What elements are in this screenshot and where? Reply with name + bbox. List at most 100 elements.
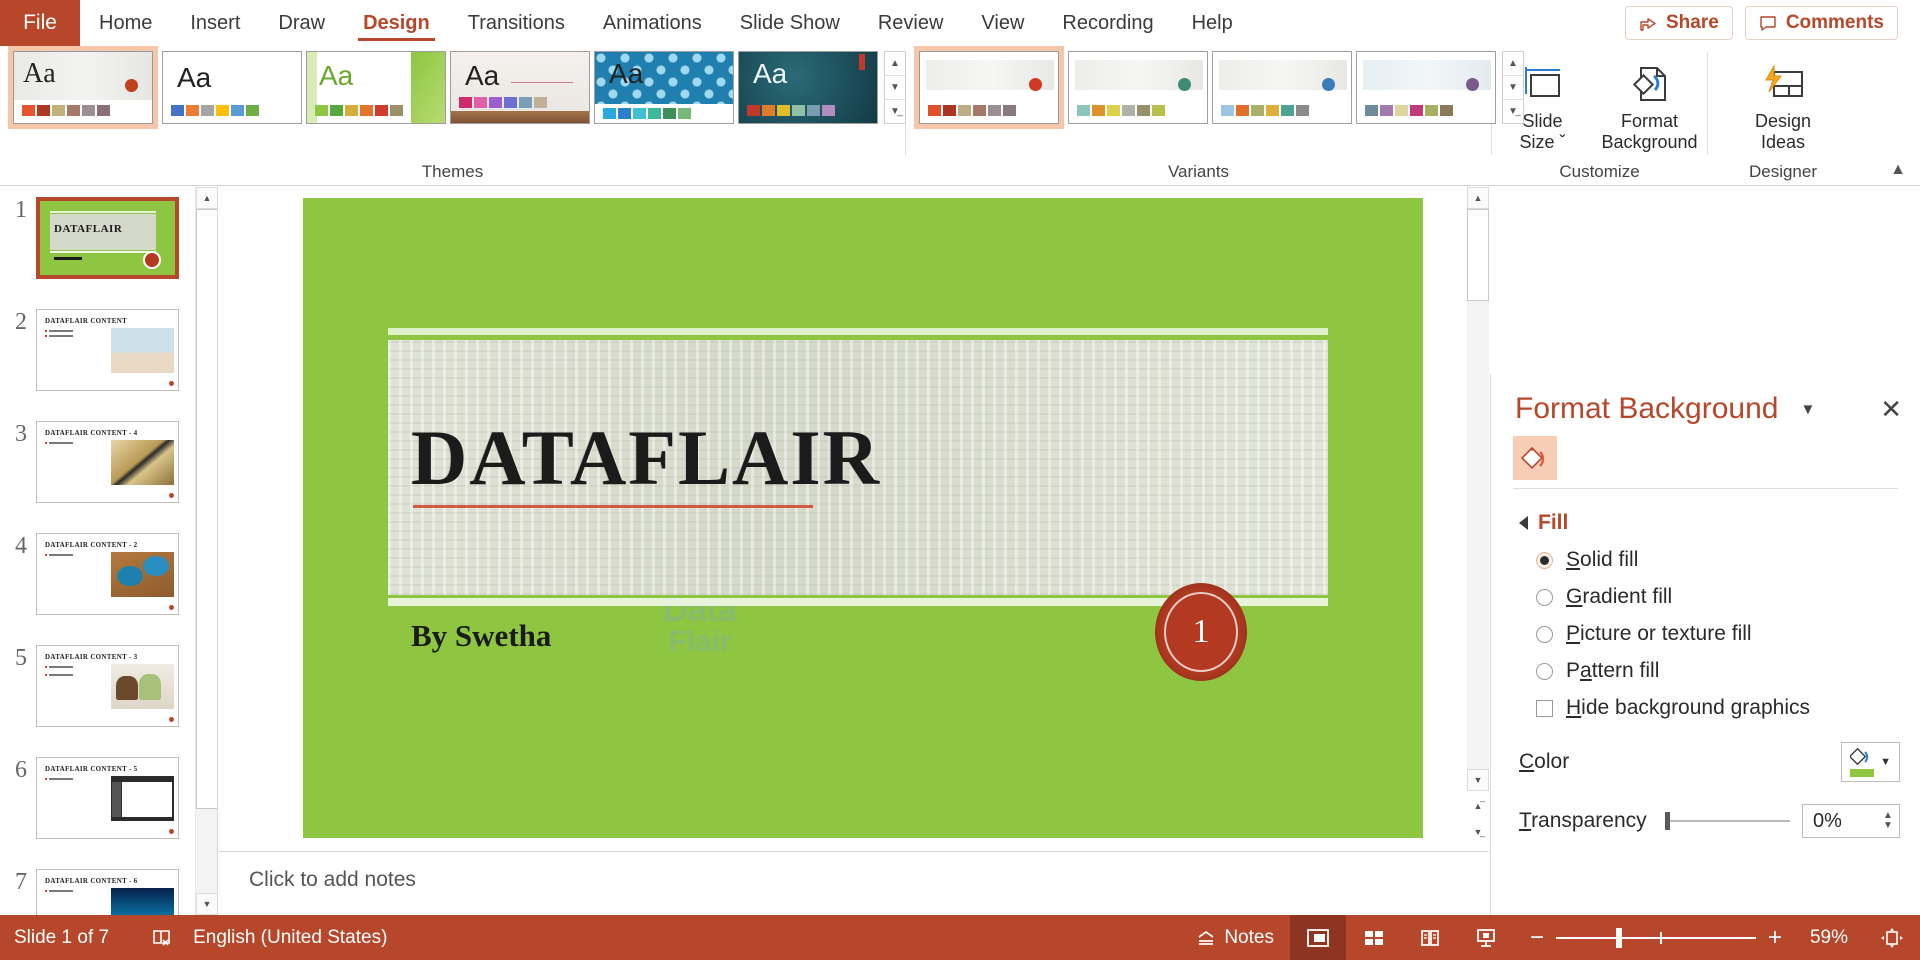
tab-animations[interactable]: Animations	[584, 0, 721, 46]
collapse-ribbon-icon[interactable]: ▲	[1890, 161, 1906, 179]
slide-title-text[interactable]: DATAFLAIR	[411, 413, 881, 503]
notes-button[interactable]: Notes	[1180, 915, 1290, 960]
slide-show-button[interactable]	[1458, 915, 1514, 960]
theme-wood-type[interactable]: Aa	[450, 51, 590, 124]
slide-thumbnail-7[interactable]: DATAFLAIR CONTENT - 6	[36, 869, 179, 915]
language-indicator[interactable]: English (United States)	[193, 927, 387, 949]
checkbox-hide-background-graphics[interactable]	[1536, 699, 1553, 717]
tab-slide-show[interactable]: Slide Show	[721, 0, 859, 46]
zoom-level[interactable]: 59%	[1794, 927, 1848, 949]
gradient-fill-label[interactable]: Gradient fill	[1566, 585, 1672, 609]
radio-picture-or-texture-fill[interactable]	[1536, 625, 1553, 643]
tab-review[interactable]: Review	[859, 0, 963, 46]
zoom-in-button[interactable]: +	[1768, 924, 1782, 952]
tab-insert[interactable]: Insert	[171, 0, 259, 46]
comments-button[interactable]: Comments	[1744, 6, 1898, 40]
normal-view-button[interactable]	[1289, 915, 1346, 960]
chevron-down-icon[interactable]: ˇ	[1560, 132, 1566, 152]
slide-sorter-button[interactable]	[1346, 915, 1402, 960]
slide-thumbnail-pane[interactable]: 1 DATAFLAIR 2 DATAFLAIR CONTENT 3 DATAFL…	[0, 187, 218, 915]
radio-solid-fill[interactable]	[1536, 551, 1553, 569]
themes-scroll-up-icon[interactable]: ▲	[885, 52, 905, 76]
thumbnail-pane-scrollbar[interactable]: ▲ ▼	[195, 187, 217, 915]
slide-thumbnail-4[interactable]: DATAFLAIR CONTENT - 2	[36, 533, 179, 615]
variants-gallery[interactable]: ▲ ▼ ▼̲	[906, 46, 1524, 129]
transparency-slider-handle[interactable]	[1664, 812, 1670, 830]
next-slide-icon[interactable]: ▼̲	[1467, 821, 1489, 843]
themes-gallery[interactable]: Aa Aa Aa Aa Aa Aa ▲ ▼ ▼̲	[0, 46, 906, 129]
themes-more-icon[interactable]: ▼̲	[885, 100, 905, 123]
share-button[interactable]: Share	[1625, 6, 1733, 40]
transparency-slider[interactable]	[1664, 812, 1790, 830]
list-item[interactable]: 6 DATAFLAIR CONTENT - 5	[0, 747, 217, 859]
list-item[interactable]: 1 DATAFLAIR	[0, 187, 217, 299]
stepper-up-icon[interactable]: ▲	[1883, 811, 1893, 821]
zoom-slider-handle[interactable]	[1615, 927, 1622, 948]
pattern-fill-label[interactable]: Pattern fill	[1566, 659, 1659, 683]
slide-thumbnail-3[interactable]: DATAFLAIR CONTENT - 4	[36, 421, 179, 503]
canvas-scroll-thumb[interactable]	[1467, 209, 1489, 301]
close-icon[interactable]: ✕	[1880, 396, 1902, 422]
slide-subtitle-text[interactable]: By Swetha	[411, 618, 551, 654]
canvas-scroll-down-icon[interactable]: ▼	[1467, 769, 1489, 791]
gradient-fill-option[interactable]: Gradient fill	[1491, 572, 1920, 609]
canvas-scroll-up-icon[interactable]: ▲	[1467, 187, 1489, 209]
solid-fill-label[interactable]: Solid fill	[1566, 548, 1638, 572]
fill-color-button[interactable]: ▼	[1841, 742, 1900, 782]
thumbpane-scroll-thumb[interactable]	[196, 209, 217, 809]
picture-or-texture-fill-option[interactable]: Picture or texture fill	[1491, 609, 1920, 646]
previous-slide-icon[interactable]: ▲̅	[1467, 795, 1489, 817]
tab-file[interactable]: File	[0, 0, 80, 46]
slide-thumbnail-1[interactable]: DATAFLAIR	[36, 197, 179, 279]
theme-green-wisp[interactable]: Aa	[306, 51, 446, 124]
thumbpane-scroll-up-icon[interactable]: ▲	[196, 187, 217, 209]
variant-red[interactable]	[914, 46, 1064, 129]
canvas-scrollbar[interactable]: ▲ ▼ ▲̅ ▼̲	[1467, 187, 1489, 915]
pattern-fill-option[interactable]: Pattern fill	[1491, 646, 1920, 683]
theme-blue-pattern[interactable]: Aa	[594, 51, 734, 124]
slide-editing-surface[interactable]: Data Flair DATAFLAIR By Swetha 1	[303, 198, 1423, 838]
tab-transitions[interactable]: Transitions	[449, 0, 584, 46]
chevron-down-icon[interactable]: ▼	[1800, 401, 1815, 418]
paint-bucket-icon[interactable]	[1513, 436, 1557, 480]
transparency-input[interactable]	[1803, 805, 1873, 837]
slide-indicator[interactable]: Slide 1 of 7	[14, 927, 109, 949]
zoom-out-button[interactable]: −	[1530, 924, 1544, 952]
radio-pattern-fill[interactable]	[1536, 662, 1553, 680]
tab-draw[interactable]: Draw	[259, 0, 344, 46]
picture-or-texture-fill-label[interactable]: Picture or texture fill	[1566, 622, 1752, 646]
tab-home[interactable]: Home	[80, 0, 171, 46]
tab-design[interactable]: Design	[344, 0, 449, 46]
themes-scroll-down-icon[interactable]: ▼	[885, 76, 905, 100]
list-item[interactable]: 3 DATAFLAIR CONTENT - 4	[0, 411, 217, 523]
slide-thumbnail-2[interactable]: DATAFLAIR CONTENT	[36, 309, 179, 391]
hide-background-graphics-option[interactable]: Hide background graphics	[1491, 683, 1920, 720]
variant-blue[interactable]	[1212, 51, 1352, 124]
radio-gradient-fill[interactable]	[1536, 588, 1553, 606]
theme-dark-teal[interactable]: Aa	[738, 51, 878, 124]
list-item[interactable]: 5 DATAFLAIR CONTENT - 3	[0, 635, 217, 747]
zoom-slider[interactable]	[1555, 927, 1756, 948]
reading-view-button[interactable]	[1402, 915, 1458, 960]
tab-recording[interactable]: Recording	[1043, 0, 1172, 46]
slide-size-button[interactable]: Slide Size ˇ	[1495, 51, 1591, 152]
expand-triangle-icon[interactable]	[1519, 516, 1528, 530]
slide-thumbnail-5[interactable]: DATAFLAIR CONTENT - 3	[36, 645, 179, 727]
hide-background-graphics-label[interactable]: Hide background graphics	[1566, 696, 1810, 720]
list-item[interactable]: 7 DATAFLAIR CONTENT - 6	[0, 859, 217, 915]
theme-plain[interactable]: Aa	[162, 51, 302, 124]
stepper-down-icon[interactable]: ▼	[1883, 821, 1893, 831]
proofing-icon[interactable]	[151, 928, 173, 948]
theme-office-selected[interactable]: Aa	[8, 46, 158, 129]
list-item[interactable]: 2 DATAFLAIR CONTENT	[0, 299, 217, 411]
notes-placeholder[interactable]: Click to add notes	[249, 868, 416, 892]
variant-purple[interactable]	[1356, 51, 1496, 124]
thumbpane-scroll-down-icon[interactable]: ▼	[196, 893, 217, 915]
notes-pane[interactable]: Click to add notes	[219, 851, 1489, 915]
slide-thumbnail-6[interactable]: DATAFLAIR CONTENT - 5	[36, 757, 179, 839]
solid-fill-option[interactable]: Solid fill	[1491, 535, 1920, 572]
variant-green[interactable]	[1068, 51, 1208, 124]
list-item[interactable]: 4 DATAFLAIR CONTENT - 2	[0, 523, 217, 635]
slide-canvas[interactable]: Data Flair DATAFLAIR By Swetha 1 ▲ ▼ ▲̅ …	[219, 187, 1489, 915]
transparency-stepper[interactable]: ▲ ▼	[1802, 804, 1900, 838]
